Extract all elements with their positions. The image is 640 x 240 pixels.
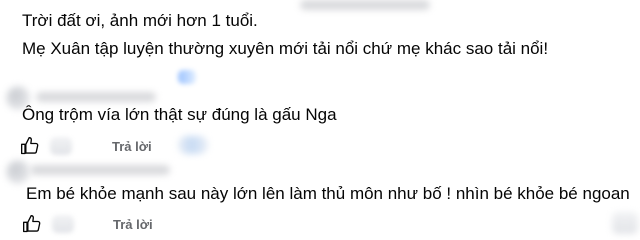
comment-author-redacted: [36, 92, 156, 102]
comment-author-redacted: [30, 165, 170, 175]
comment-3-text: Em bé khỏe mạnh sau này lớn lên làm thủ …: [26, 184, 630, 203]
avatar: [6, 160, 30, 184]
reaction-count-icon: [612, 212, 638, 234]
comment-2-text: Ông trộm vía lớn thật sự đúng là gấu Nga: [22, 105, 337, 124]
reply-button[interactable]: Trả lời: [112, 139, 152, 154]
comment-author-redacted: [300, 0, 430, 10]
thumbs-up-icon[interactable]: [22, 214, 42, 234]
reaction-icon: [52, 215, 74, 233]
comment-1-line-2: Mẹ Xuân tập luyện thường xuyên mới tải n…: [22, 39, 549, 58]
reaction-emoji-icon: [178, 70, 196, 84]
thumbs-up-icon[interactable]: [20, 136, 40, 156]
comment-1-line-1: Trời đất ơi, ảnh mới hơn 1 tuổi.: [22, 11, 258, 30]
reaction-count-icon: [178, 136, 208, 154]
reaction-icon: [50, 137, 72, 155]
reply-button[interactable]: Trả lời: [113, 217, 153, 232]
